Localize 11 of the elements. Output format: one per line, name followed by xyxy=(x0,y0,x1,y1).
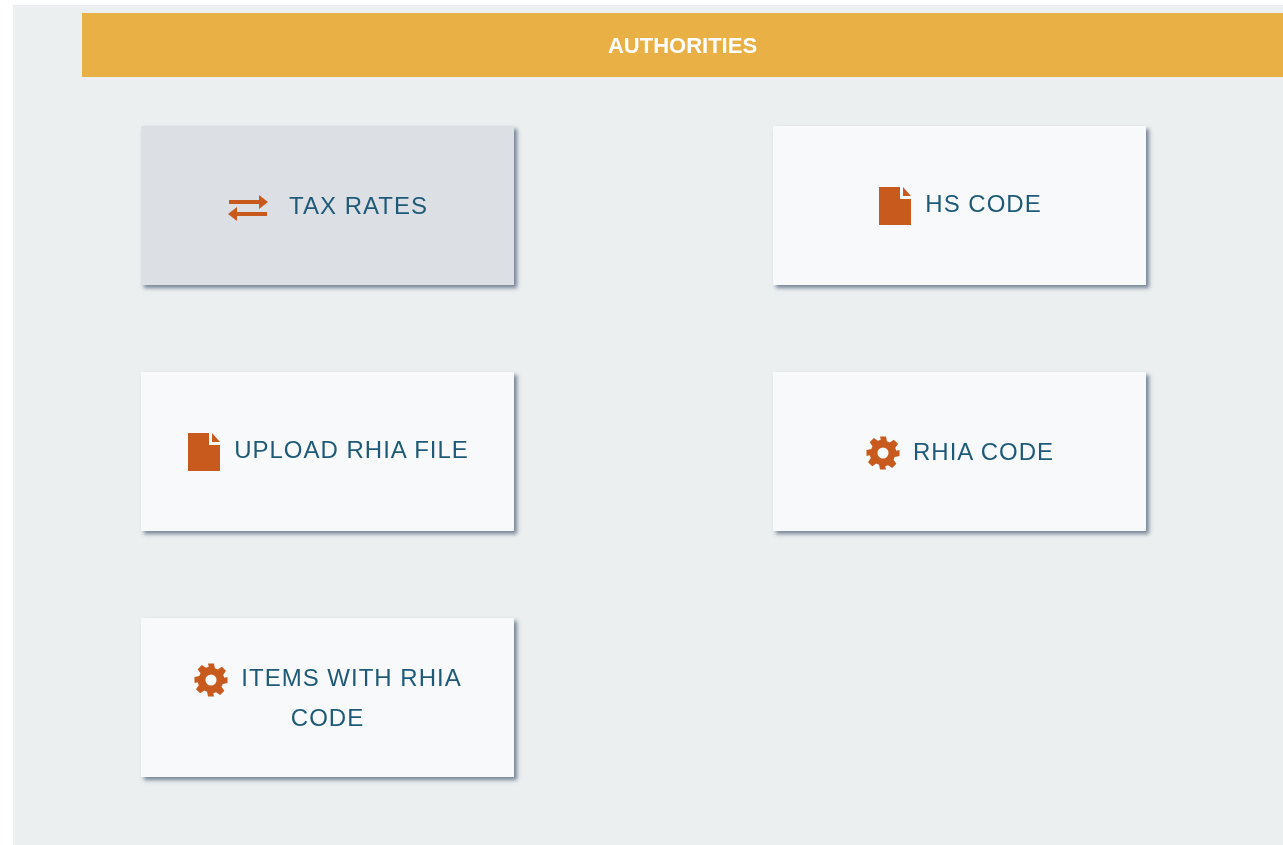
gear-icon xyxy=(865,435,901,472)
swap-arrows-icon xyxy=(227,192,270,223)
tile-button[interactable]: TAX RATES xyxy=(141,126,514,285)
file-icon xyxy=(877,184,914,227)
tile-button[interactable]: ITEMS WITH RHIA CODE xyxy=(141,618,514,777)
section-title: AUTHORITIES xyxy=(607,31,758,60)
tile-button[interactable]: RHIA CODE xyxy=(773,372,1146,531)
file-icon xyxy=(186,430,223,473)
gear-icon xyxy=(193,661,230,698)
tile-button[interactable]: UPLOAD RHIA FILE xyxy=(141,372,514,531)
tile-button[interactable]: HS CODE xyxy=(773,126,1146,285)
